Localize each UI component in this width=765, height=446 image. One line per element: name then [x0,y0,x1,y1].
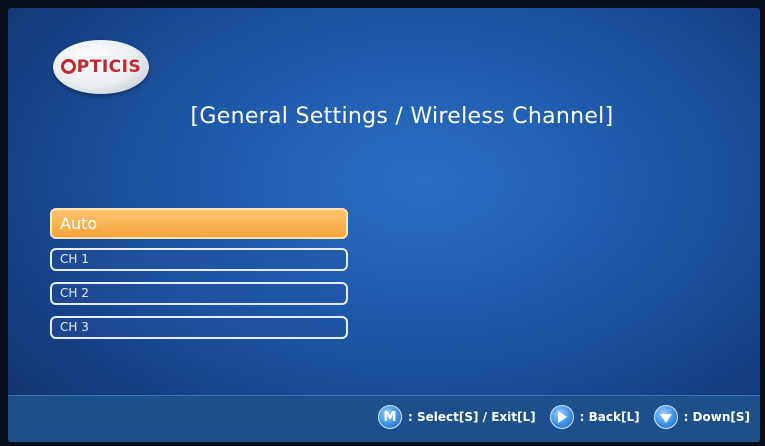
hint-back-text: : Back[L] [579,410,640,424]
logo-text: PTICIS [76,57,142,77]
logo-o-ring [60,59,76,74]
hint-bar: M : Select[S] / Exit[L] : Back[L] : Down… [8,395,760,442]
menu-item-auto[interactable]: Auto [50,208,348,239]
menu-item-ch1[interactable]: CH 1 [50,248,348,271]
hint-down: : Down[S] [653,405,750,429]
down-arrow-icon [653,405,678,429]
right-arrow-icon [549,405,574,429]
hint-select-exit-text: : Select[S] / Exit[L] [408,410,536,424]
menu-item-ch2[interactable]: CH 2 [50,282,348,305]
opticis-logo: PTICIS [53,40,149,94]
channel-menu: Auto CH 1 CH 2 CH 3 [50,208,348,350]
menu-item-ch3[interactable]: CH 3 [50,316,348,339]
hint-down-text: : Down[S] [683,410,750,424]
osd-screen: PTICIS [General Settings / Wireless Chan… [8,8,760,442]
page-title: [General Settings / Wireless Channel] [190,104,614,129]
logo-wordmark: PTICIS [60,57,142,77]
hint-back: : Back[L] [549,405,640,429]
key-hints: M : Select[S] / Exit[L] : Back[L] : Down… [364,405,750,429]
hint-select-exit: M : Select[S] / Exit[L] [378,405,536,429]
m-button-icon: M [378,405,403,429]
